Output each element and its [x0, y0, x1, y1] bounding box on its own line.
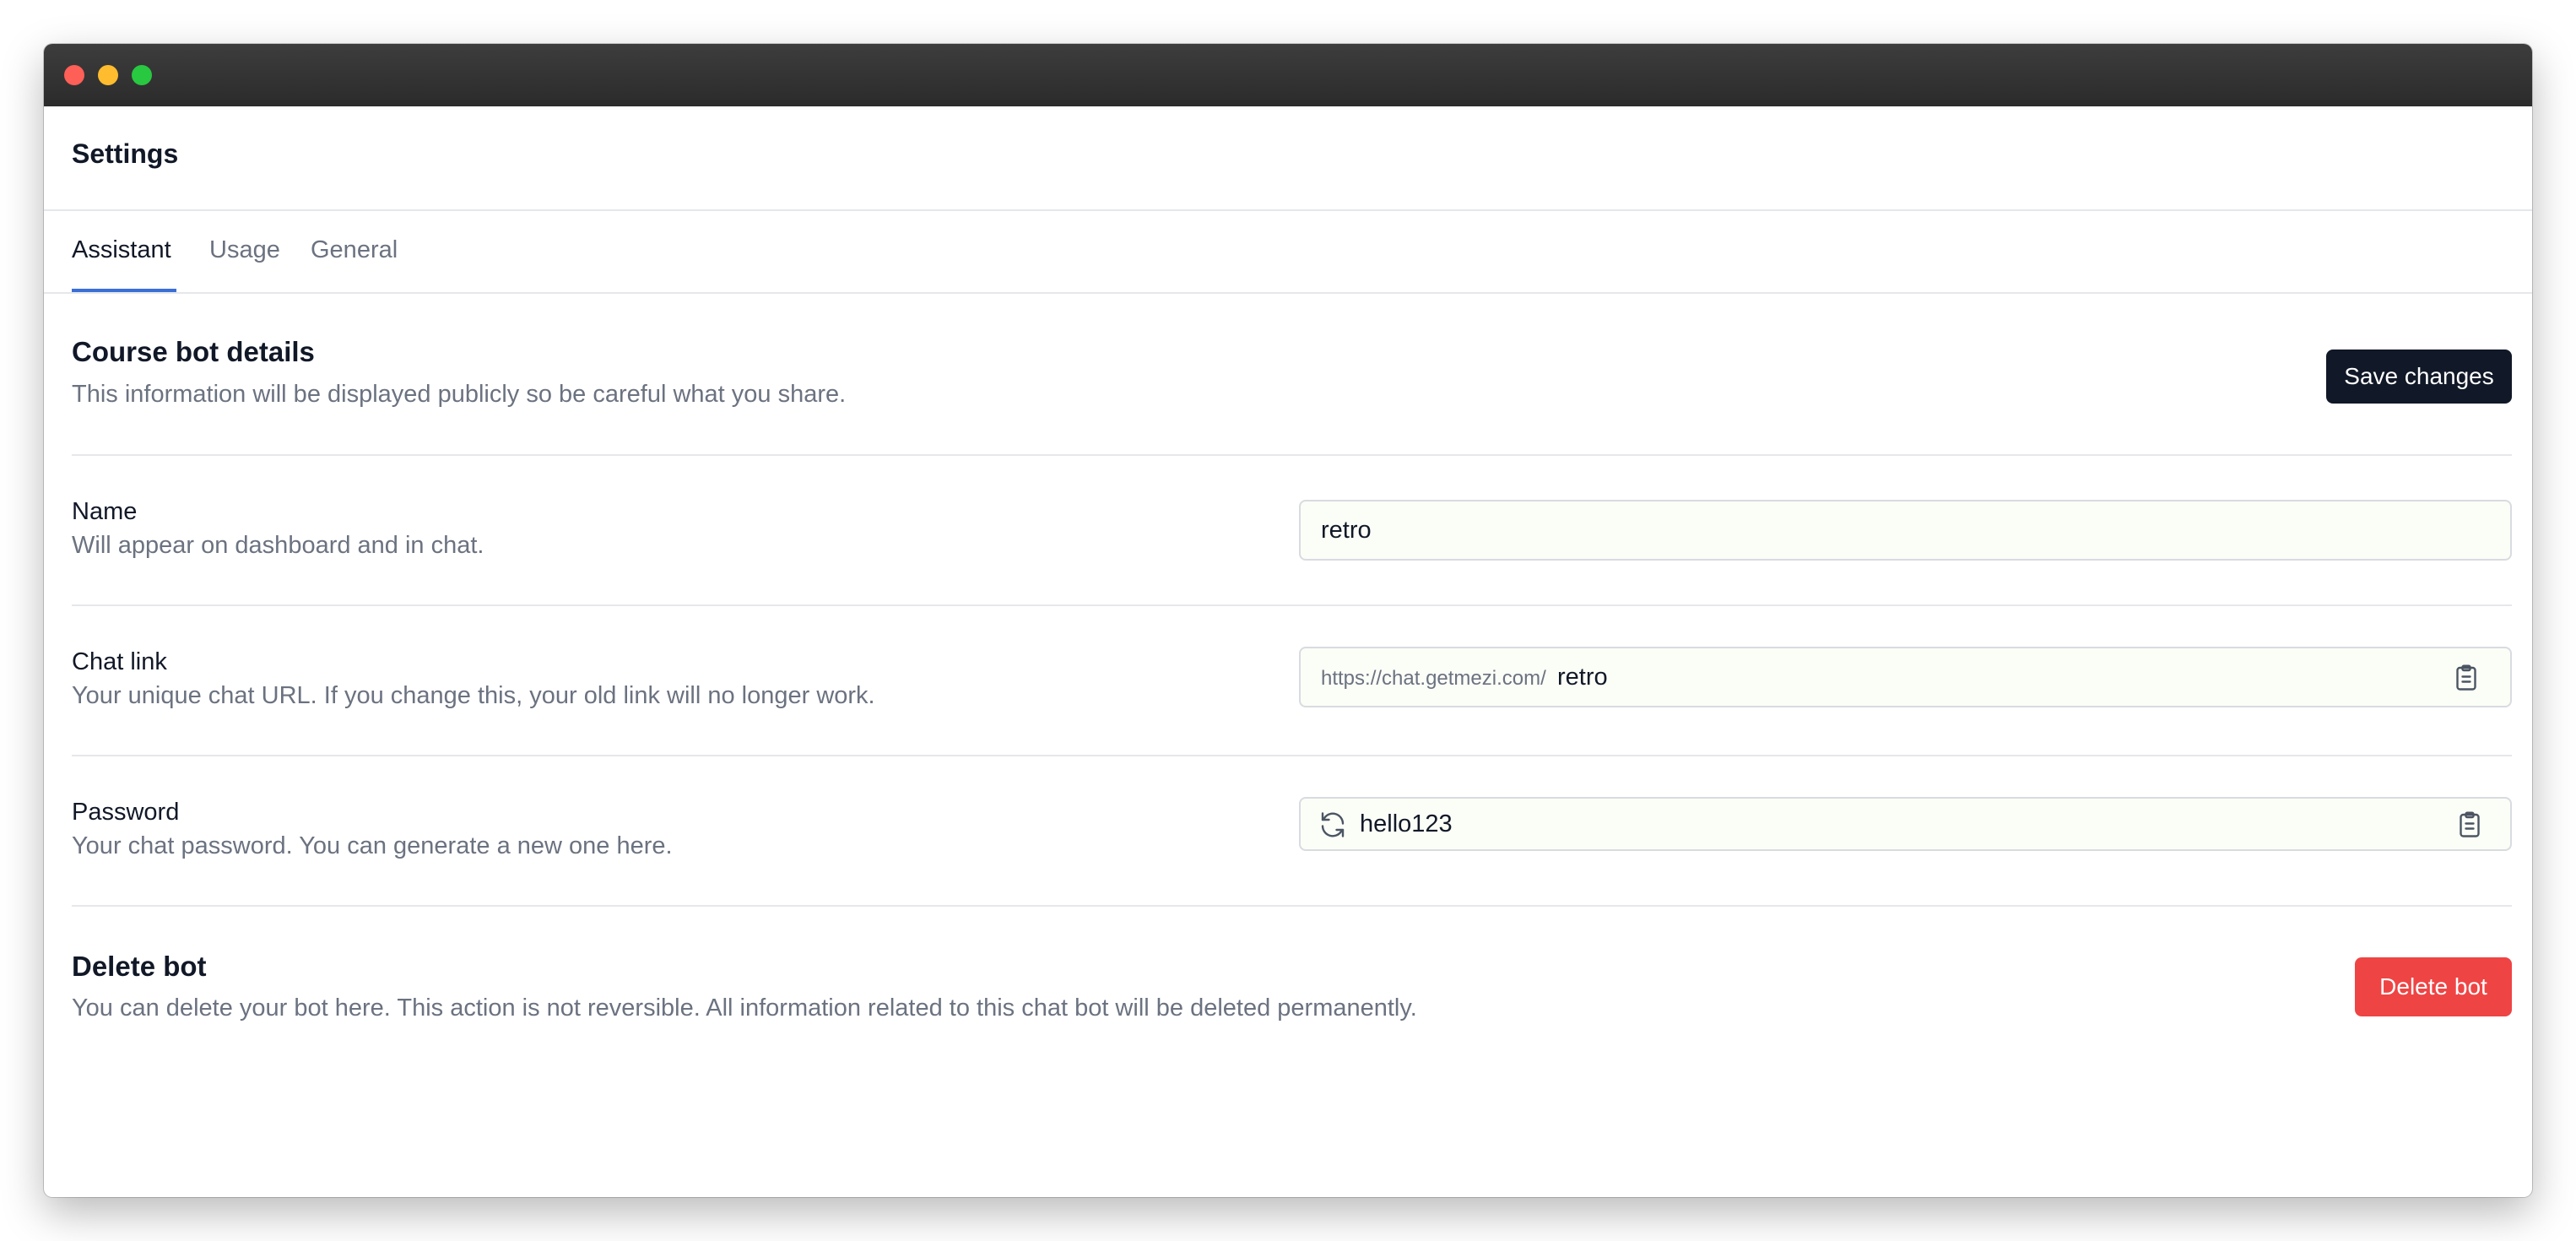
- window-titlebar: [44, 44, 2532, 106]
- clipboard-icon[interactable]: [2454, 810, 2485, 840]
- chat-link-input[interactable]: https://chat.getmezi.com/ retro: [1299, 647, 2512, 707]
- page-title: Settings: [72, 138, 179, 169]
- app-window: Settings Assistant Usage General Course …: [44, 44, 2532, 1197]
- settings-content: Settings Assistant Usage General Course …: [44, 106, 2532, 1197]
- chat-link-value: retro: [1557, 664, 1608, 691]
- window-minimize-button[interactable]: [98, 65, 118, 85]
- password-row: Password Your chat password. You can gen…: [72, 756, 2512, 907]
- delete-bot-title: Delete bot: [72, 951, 207, 982]
- clipboard-icon[interactable]: [2451, 663, 2481, 693]
- tab-assistant[interactable]: Assistant: [72, 236, 176, 292]
- chat-link-label: Chat link: [72, 648, 167, 675]
- page-header: Settings: [44, 106, 2532, 211]
- delete-bot-button[interactable]: Delete bot: [2355, 957, 2512, 1016]
- chat-link-row: Chat link Your unique chat URL. If you c…: [72, 606, 2512, 756]
- password-label: Password: [72, 799, 180, 826]
- tab-general[interactable]: General: [311, 236, 398, 292]
- chat-link-prefix: https://chat.getmezi.com/: [1321, 667, 1546, 690]
- name-label: Name: [72, 498, 138, 525]
- settings-tabs: Assistant Usage General: [44, 211, 2532, 294]
- name-input-value: retro: [1321, 517, 1372, 544]
- password-help-text: Your chat password. You can generate a n…: [72, 832, 673, 859]
- name-input[interactable]: retro: [1299, 500, 2512, 561]
- delete-bot-section: Delete bot You can delete your bot here.…: [72, 907, 2512, 1076]
- window-close-button[interactable]: [64, 65, 84, 85]
- tab-usage[interactable]: Usage: [209, 236, 280, 292]
- name-help-text: Will appear on dashboard and in chat.: [72, 532, 484, 559]
- bot-details-section: Course bot details This information will…: [72, 294, 2512, 456]
- save-changes-button[interactable]: Save changes: [2326, 350, 2512, 404]
- name-row: Name Will appear on dashboard and in cha…: [72, 456, 2512, 606]
- section-title: Course bot details: [72, 336, 315, 367]
- password-value: hello123: [1360, 810, 1453, 837]
- section-description: This information will be displayed publi…: [72, 381, 847, 408]
- chat-link-help-text: Your unique chat URL. If you change this…: [72, 682, 875, 709]
- refresh-icon[interactable]: [1318, 810, 1348, 840]
- window-maximize-button[interactable]: [132, 65, 152, 85]
- password-input[interactable]: hello123: [1299, 797, 2512, 851]
- delete-bot-description: You can delete your bot here. This actio…: [72, 994, 1417, 1022]
